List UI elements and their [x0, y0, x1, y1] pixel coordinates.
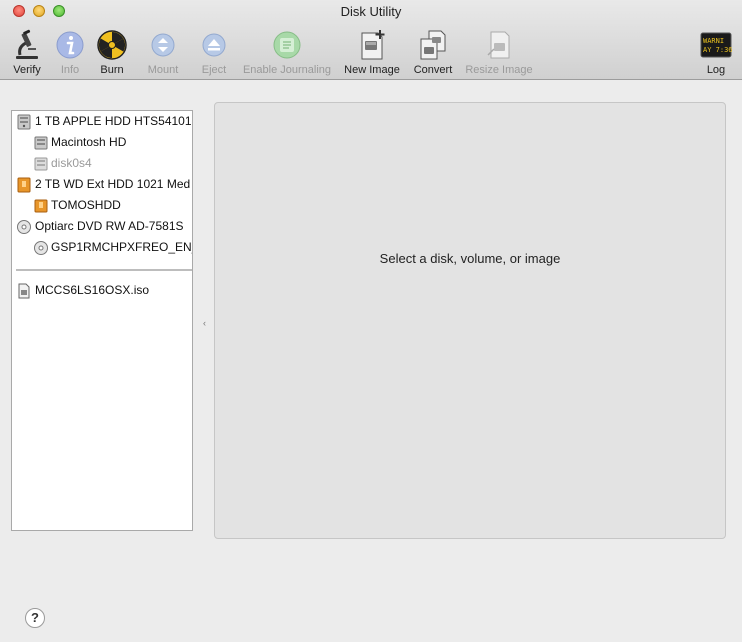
burn-radiation-icon: [97, 30, 127, 60]
window-title: Disk Utility: [340, 4, 402, 19]
burn-label: Burn: [100, 64, 124, 76]
sidebar-item-label: GSP1RMCHPXFREO_EN_DV: [51, 240, 192, 254]
volume-icon: [34, 136, 48, 150]
sidebar-separator: [16, 269, 192, 271]
resize-image-button[interactable]: Resize Image: [463, 29, 535, 76]
sidebar-item-label: TOMOSHDD: [51, 198, 121, 212]
log-icon-text-line1: WARNI: [703, 37, 724, 45]
optical-disc-icon: [34, 241, 48, 255]
sidebar-item-label: MCCS6LS16OSX.iso: [35, 283, 150, 297]
eject-icon: [202, 33, 226, 57]
eject-label: Eject: [201, 64, 227, 76]
info-button[interactable]: Info: [54, 29, 86, 76]
sidebar-item-label: Macintosh HD: [51, 135, 127, 149]
mount-label: Mount: [147, 64, 179, 76]
burn-button[interactable]: Burn: [95, 29, 129, 76]
volume-icon: [34, 157, 48, 171]
resize-image-icon: [487, 31, 510, 59]
info-label: Info: [60, 64, 80, 76]
external-volume-icon: [34, 199, 48, 213]
microscope-icon: [16, 29, 38, 59]
help-button[interactable]: ?: [25, 608, 45, 628]
info-icon: [56, 31, 84, 59]
mount-icon: [151, 33, 175, 57]
log-button[interactable]: WARNI AY 7:36 Log: [699, 29, 733, 76]
device-sidebar: 1 TB APPLE HDD HTS54101 Macintosh HD dis…: [11, 110, 193, 531]
internal-disk-icon: [17, 114, 31, 130]
eject-button[interactable]: Eject: [198, 29, 230, 76]
disk-utility-window: Disk Utility Verify Info Burn Mount Ejec…: [0, 0, 742, 642]
split-view-handle[interactable]: ‹: [203, 318, 206, 328]
verify-label: Verify: [13, 64, 41, 76]
toolbar: Disk Utility Verify Info Burn Mount Ejec…: [0, 0, 742, 80]
empty-selection-message: Select a disk, volume, or image: [379, 251, 561, 266]
disk-image-file-icon: [18, 283, 30, 299]
log-label: Log: [706, 64, 726, 76]
journaling-icon: [273, 31, 301, 59]
sidebar-item-label: 1 TB APPLE HDD HTS54101: [35, 114, 192, 128]
convert-label: Convert: [413, 64, 453, 76]
sidebar-item-label: disk0s4: [51, 156, 92, 170]
resize-image-label: Resize Image: [465, 64, 533, 76]
log-icon-text-line2: AY 7:36: [703, 46, 732, 54]
convert-icon: [420, 30, 446, 60]
optical-drive-icon: [17, 220, 31, 234]
console-log-icon: WARNI AY 7:36: [700, 32, 732, 58]
sidebar-item-label: Optiarc DVD RW AD-7581S: [35, 219, 184, 233]
sidebar-item-label: 2 TB WD Ext HDD 1021 Med: [35, 177, 191, 191]
external-disk-icon: [17, 177, 31, 193]
detail-panel: Select a disk, volume, or image: [214, 102, 726, 539]
convert-button[interactable]: Convert: [411, 29, 455, 76]
verify-button[interactable]: Verify: [9, 29, 45, 76]
new-image-button[interactable]: New Image: [342, 29, 402, 76]
enable-journaling-label: Enable Journaling: [242, 64, 332, 76]
mount-button[interactable]: Mount: [145, 29, 181, 76]
new-image-label: New Image: [344, 64, 400, 76]
enable-journaling-button[interactable]: Enable Journaling: [239, 29, 335, 76]
new-image-icon: [361, 30, 385, 60]
